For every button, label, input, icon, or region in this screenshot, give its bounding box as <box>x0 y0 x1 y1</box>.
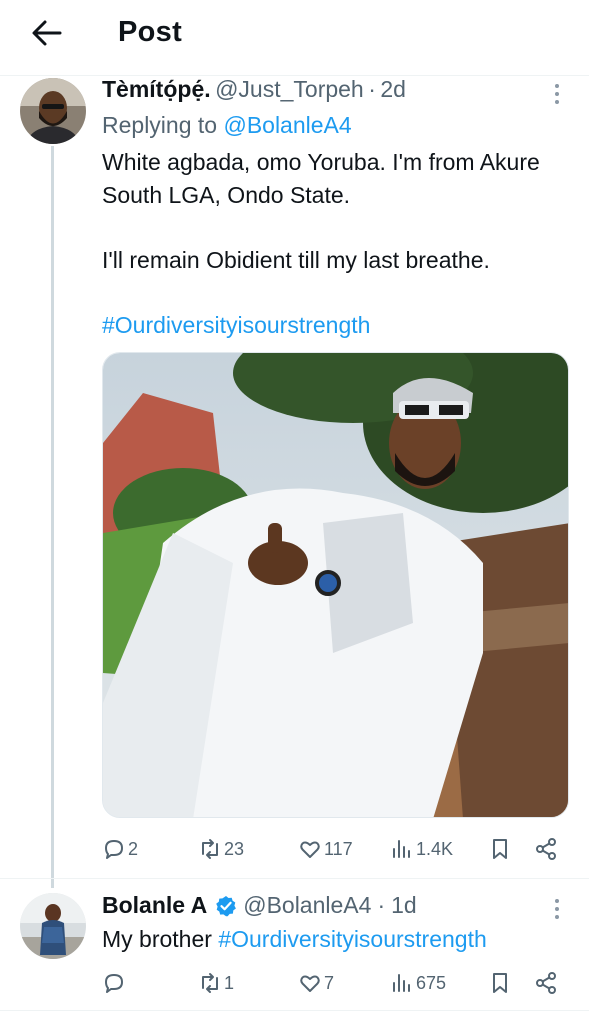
share-button[interactable] <box>534 832 558 866</box>
replying-to-handle[interactable]: @BolanleA4 <box>223 112 351 138</box>
tweet2-author-line: Bolanle A @BolanleA4 · 1d <box>102 892 417 919</box>
reply-count: 2 <box>128 838 139 859</box>
post-time[interactable]: 2d <box>380 76 406 102</box>
tweet-photo[interactable] <box>102 352 569 818</box>
views-button[interactable]: 675 <box>390 966 446 1000</box>
tweet1-author-line: Tèmítọ́pẹ́. @Just_Torpeh · 2d <box>102 76 406 103</box>
tweet2-actions: 1 7 675 <box>102 966 562 1000</box>
reply-icon <box>105 974 123 993</box>
bookmark-button[interactable] <box>488 966 512 1000</box>
share-icon <box>536 838 556 860</box>
views-button[interactable]: 1.4K <box>390 832 453 866</box>
reply-button[interactable] <box>102 966 128 1000</box>
meta-separator: · <box>377 892 386 918</box>
author-handle[interactable]: @Just_Torpeh <box>215 76 364 102</box>
like-count: 7 <box>324 972 335 993</box>
like-button[interactable]: 7 <box>298 966 334 1000</box>
view-count: 1.4K <box>416 838 454 859</box>
repost-button[interactable]: 1 <box>198 966 234 1000</box>
more-icon[interactable] <box>549 897 565 921</box>
bookmark-icon <box>493 839 507 859</box>
tweet-divider <box>0 878 589 879</box>
post-time[interactable]: 1d <box>391 892 417 919</box>
share-button[interactable] <box>534 966 558 1000</box>
hashtag-link[interactable]: #Ourdiversityisourstrength <box>102 309 562 342</box>
bookmark-button[interactable] <box>488 832 512 866</box>
hashtag-link[interactable]: #Ourdiversityisourstrength <box>218 926 486 952</box>
like-count: 117 <box>324 838 353 859</box>
tweet-divider <box>0 1010 589 1011</box>
tweet1-actions: 2 23 117 1.4K <box>102 832 562 866</box>
back-arrow-icon[interactable] <box>30 18 64 48</box>
repost-icon <box>202 839 218 859</box>
tweet-text: My brother <box>102 926 212 952</box>
reply-button[interactable]: 2 <box>102 832 138 866</box>
author-handle[interactable]: @BolanleA4 <box>243 892 371 919</box>
meta-separator: · <box>368 76 376 102</box>
author-name[interactable]: Tèmítọ́pẹ́. <box>102 76 211 102</box>
thread-connector-line <box>51 146 54 888</box>
replying-to-line: Replying to @BolanleA4 <box>102 112 352 139</box>
verified-badge-icon <box>216 895 237 916</box>
repost-count: 1 <box>224 972 235 993</box>
top-bar: Post <box>0 0 589 76</box>
view-count: 675 <box>416 972 447 993</box>
author-name[interactable]: Bolanle A <box>102 892 207 919</box>
avatar[interactable] <box>20 893 86 959</box>
repost-button[interactable]: 23 <box>198 832 244 866</box>
more-icon[interactable] <box>549 82 565 106</box>
share-icon <box>536 972 556 994</box>
tweet-text-line: White agbada, omo Yoruba. I'm from Akure… <box>102 149 540 208</box>
like-button[interactable]: 117 <box>298 832 353 866</box>
page-title: Post <box>118 16 183 48</box>
bookmark-icon <box>493 973 507 993</box>
repost-icon <box>202 973 218 993</box>
tweet2-text: My brother #Ourdiversityisourstrength <box>102 926 487 953</box>
replying-prefix: Replying to <box>102 112 218 138</box>
tweet-text-line: I'll remain Obidient till my last breath… <box>102 247 490 273</box>
views-icon <box>393 974 410 992</box>
reply-icon <box>105 840 123 859</box>
like-icon <box>300 841 320 858</box>
views-icon <box>393 840 410 858</box>
avatar[interactable] <box>20 78 86 144</box>
like-icon <box>300 975 320 992</box>
repost-count: 23 <box>224 838 245 859</box>
tweet1-text: White agbada, omo Yoruba. I'm from Akure… <box>102 146 562 342</box>
